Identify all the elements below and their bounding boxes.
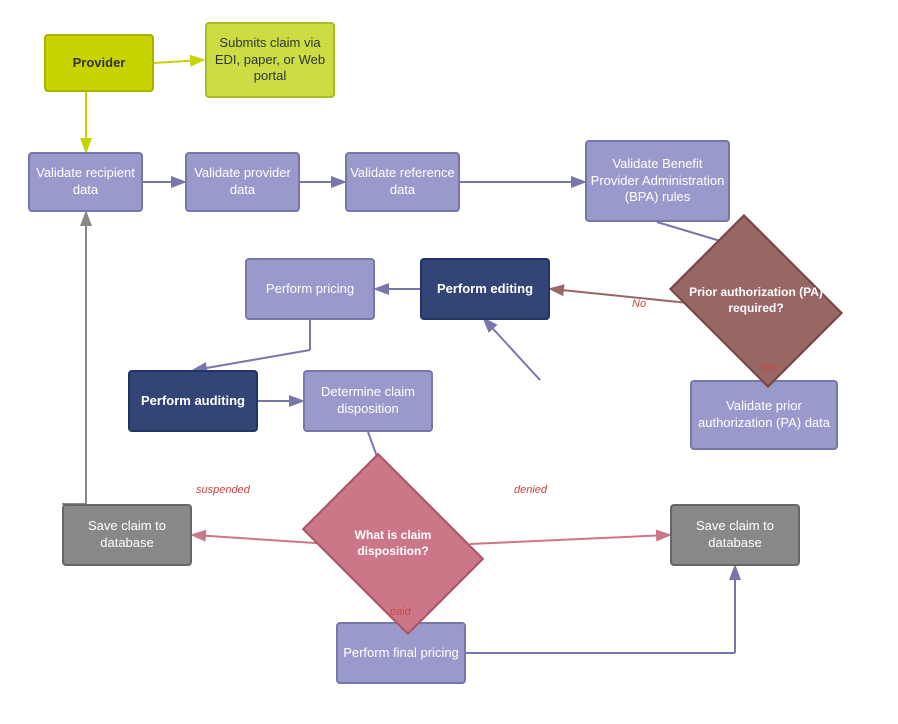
perform-pricing-node: Perform pricing — [245, 258, 375, 320]
no-label: No — [632, 298, 646, 310]
yes-label: Yes — [758, 362, 776, 374]
perform-final-label: Perform final pricing — [343, 645, 459, 662]
submits-claim-node: Submits claim via EDI, paper, or Web por… — [205, 22, 335, 98]
perform-final-pricing-node: Perform final pricing — [336, 622, 466, 684]
validate-reference-label: Validate reference data — [347, 165, 458, 199]
validate-pa-node: Validate prior authorization (PA) data — [690, 380, 838, 450]
validate-bpa-label: Validate Benefit Provider Administration… — [587, 156, 728, 207]
claim-disposition-label: What is claim disposition? — [318, 490, 468, 598]
perform-pricing-label: Perform pricing — [266, 281, 354, 298]
perform-auditing-label: Perform auditing — [141, 393, 245, 410]
validate-reference-node: Validate reference data — [345, 152, 460, 212]
prior-auth-diamond: Prior authorization (PA) required? — [686, 248, 826, 354]
validate-recipient-node: Validate recipient data — [28, 152, 143, 212]
save-suspended-node: Save claim to database — [62, 504, 192, 566]
save-suspended-label: Save claim to database — [64, 518, 190, 552]
perform-auditing-node: Perform auditing — [128, 370, 258, 432]
claim-disposition-diamond: What is claim disposition? — [318, 490, 468, 598]
provider-label: Provider — [73, 55, 126, 72]
submits-label: Submits claim via EDI, paper, or Web por… — [207, 35, 333, 86]
validate-recipient-label: Validate recipient data — [30, 165, 141, 199]
paid-label: paid — [390, 606, 411, 618]
validate-provider-label: Validate provider data — [187, 165, 298, 199]
suspended-label: suspended — [196, 484, 250, 496]
save-denied-node: Save claim to database — [670, 504, 800, 566]
flowchart-diagram: Provider Submits claim via EDI, paper, o… — [0, 0, 898, 724]
determine-claim-node: Determine claim disposition — [303, 370, 433, 432]
denied-label: denied — [514, 484, 547, 496]
save-denied-label: Save claim to database — [672, 518, 798, 552]
validate-bpa-node: Validate Benefit Provider Administration… — [585, 140, 730, 222]
validate-pa-label: Validate prior authorization (PA) data — [692, 398, 836, 432]
perform-editing-node: Perform editing — [420, 258, 550, 320]
provider-node: Provider — [44, 34, 154, 92]
perform-editing-label: Perform editing — [437, 281, 533, 298]
prior-auth-label: Prior authorization (PA) required? — [686, 248, 826, 354]
determine-claim-label: Determine claim disposition — [305, 384, 431, 418]
validate-provider-node: Validate provider data — [185, 152, 300, 212]
